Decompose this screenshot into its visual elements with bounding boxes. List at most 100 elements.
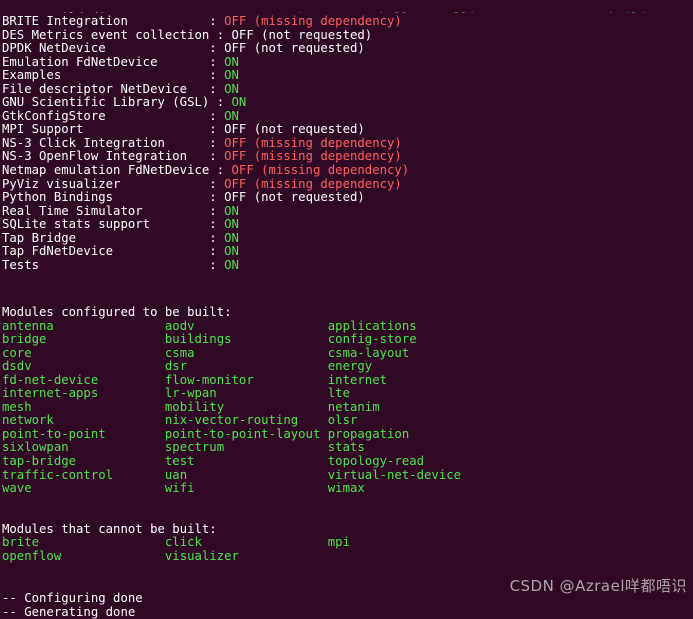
feature-row: DES Metrics event collection : OFF (not …	[0, 27, 693, 43]
module-row: point-to-point point-to-point-layout pro…	[0, 426, 693, 442]
module-row: wave wifi wimax	[0, 481, 693, 496]
feature-row: File descriptor NetDevice : ON	[0, 81, 693, 97]
module-name: visualizer	[164, 548, 239, 563]
module-name: click	[164, 535, 202, 550]
module-name: csma-layout	[327, 345, 410, 360]
feature-pad: :	[113, 244, 225, 259]
module-name: olsr	[327, 413, 358, 428]
feature-row: DPDK NetDevice : OFF (not requested)	[0, 41, 693, 56]
module-name: tap-bridge	[2, 454, 77, 469]
feature-name: Python Bindings	[2, 190, 114, 205]
feature-pad: :	[127, 14, 225, 28]
feature-row: GtkConfigStore : ON	[0, 108, 693, 124]
feature-row: BRITE Integration : OFF (missing depende…	[0, 14, 693, 29]
feature-name: File descriptor NetDevice	[2, 81, 188, 96]
module-name: mobility	[164, 399, 225, 414]
module-name: virtual-net-device	[327, 467, 462, 482]
feature-note-space	[246, 14, 253, 28]
build-directory-path: /home/wq/tarballs/ns-allinone-3.36/ns-3.…	[291, 11, 646, 13]
module-pad	[61, 549, 165, 563]
footer-line-text: -- Configuring done	[2, 591, 143, 605]
scrollback-clipped-line: Build directory /home/wq/tarballs/ns-all…	[0, 0, 693, 13]
feature-pad: :	[120, 176, 225, 191]
module-row: sixlowpan spectrum stats	[0, 441, 693, 455]
feature-status: ON	[224, 217, 239, 232]
feature-pad: :	[105, 108, 225, 123]
feature-name: Netmap emulation FdNetDevice	[2, 163, 210, 178]
feature-pad: :	[61, 68, 225, 83]
module-pad	[224, 400, 328, 414]
feature-row: Python Bindings : OFF (not requested)	[0, 190, 693, 205]
module-name: internet	[327, 372, 388, 387]
module-name: netanim	[327, 399, 380, 414]
module-name: nix-vector-routing	[164, 413, 299, 428]
module-name: mesh	[2, 399, 32, 414]
feature-status: OFF	[224, 41, 247, 56]
feature-note: (not requested)	[261, 27, 373, 42]
module-pad	[187, 359, 328, 373]
module-name: stats	[327, 440, 365, 455]
feature-status: ON	[224, 108, 239, 123]
build-directory-label: Build directory	[46, 11, 157, 13]
module-row: tap-bridge test topology-read	[0, 454, 693, 469]
feature-note-space	[246, 41, 253, 55]
feature-note-space	[246, 177, 253, 191]
module-pad	[254, 373, 328, 387]
module-name: flow-monitor	[164, 372, 254, 387]
module-name: sixlowpan	[2, 440, 69, 455]
feature-status: ON	[224, 54, 239, 69]
module-pad	[69, 440, 165, 454]
feature-status: ON	[224, 244, 239, 259]
configure-footer: -- Configuring done -- Generating done	[0, 591, 693, 619]
feature-name: Examples	[2, 68, 62, 83]
feature-status: OFF	[224, 176, 247, 191]
feature-name: Real Time Simulator	[2, 203, 143, 218]
feature-row: GNU Scientific Library (GSL) : ON	[0, 96, 693, 110]
feature-pad: :	[187, 149, 225, 164]
module-row: dsdv dsr energy	[0, 359, 693, 374]
feature-pad: :	[209, 95, 232, 110]
module-name: topology-read	[327, 454, 425, 469]
module-pad	[195, 319, 328, 333]
feature-pad: :	[105, 41, 225, 56]
module-name: brite	[2, 535, 40, 550]
feature-status: OFF	[224, 135, 247, 150]
module-pad	[98, 386, 165, 400]
module-name: uan	[164, 467, 188, 482]
feature-row: NS-3 Click Integration : OFF (missing de…	[0, 135, 693, 151]
module-pad	[54, 413, 165, 427]
feature-name: Tap FdNetDevice	[2, 244, 114, 259]
module-pad	[202, 535, 328, 549]
feature-name: DPDK NetDevice	[2, 41, 106, 56]
module-name: network	[2, 413, 54, 428]
module-pad	[32, 481, 165, 495]
feature-pad: :	[157, 54, 225, 69]
module-name: propagation	[327, 426, 410, 441]
module-pad	[195, 346, 328, 360]
module-name: csma	[164, 345, 195, 360]
module-name: mpi	[327, 535, 350, 550]
module-pad	[195, 454, 328, 468]
module-row: core csma csma-layout	[0, 345, 693, 361]
terminal-window[interactable]: Build directory /home/wq/tarballs/ns-all…	[0, 0, 693, 619]
section-header: Modules configured to be built:	[0, 305, 693, 320]
module-row: traffic-control uan virtual-net-device	[0, 467, 693, 483]
feature-note: (not requested)	[253, 41, 365, 56]
feature-row: Emulation FdNetDevice : ON	[0, 54, 693, 70]
module-row: mesh mobility netanim	[0, 399, 693, 415]
feature-note-space	[246, 149, 253, 163]
feature-name: DES Metrics event collection	[2, 27, 210, 42]
module-pad	[76, 454, 165, 468]
module-name: wifi	[164, 481, 195, 496]
module-name: lte	[327, 386, 350, 401]
module-name: lr-wpan	[164, 386, 217, 401]
module-row: openflow visualizer	[0, 548, 693, 564]
feature-status: ON	[224, 257, 239, 272]
feature-status-list: BRITE Integration : OFF (missing depende…	[0, 14, 693, 272]
feature-name: GNU Scientific Library (GSL)	[2, 95, 210, 110]
modules-section: Modules configured to be built: antenna a…	[0, 305, 693, 564]
feature-status: OFF	[224, 122, 247, 137]
feature-name: Tests	[2, 257, 40, 272]
module-pad	[217, 386, 328, 400]
